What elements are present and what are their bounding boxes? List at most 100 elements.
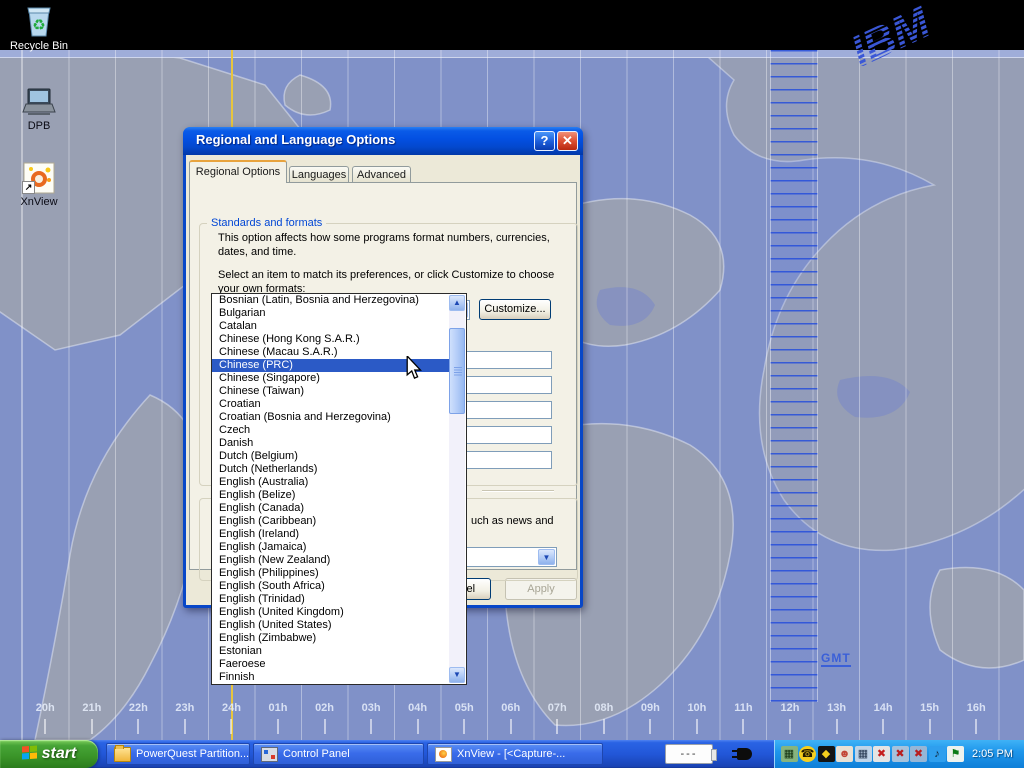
language-list-item[interactable]: English (Philippines) <box>212 567 450 580</box>
disconnected-drive-icon[interactable]: ✖ <box>873 746 890 762</box>
security-agent-icon[interactable]: ◆ <box>818 746 835 762</box>
desktop-icon-recycle-bin[interactable]: ♻ Recycle Bin <box>4 6 74 52</box>
close-button[interactable]: ✕ <box>557 131 578 151</box>
hour-tick <box>742 719 744 734</box>
help-button[interactable]: ? <box>534 131 555 151</box>
offline-users-icon[interactable]: ☻ <box>836 746 853 762</box>
scrollbar-thumb[interactable] <box>449 328 465 414</box>
language-list-item[interactable]: Dutch (Netherlands) <box>212 463 450 476</box>
hour-label: 09h <box>627 702 674 734</box>
dialog-title: Regional and Language Options <box>196 132 395 147</box>
hour-label: 05h <box>441 702 488 734</box>
hour-tick <box>324 719 326 734</box>
dialog-titlebar[interactable]: Regional and Language Options ? ✕ <box>183 127 583 155</box>
taskbar-task-button[interactable]: Control Panel <box>253 743 424 765</box>
hour-tick <box>277 719 279 734</box>
language-list-item[interactable]: Chinese (Hong Kong S.A.R.) <box>212 333 450 346</box>
hour-tick <box>836 719 838 734</box>
hour-label: 11h <box>720 702 767 734</box>
hour-tick <box>44 719 46 734</box>
hour-tick <box>463 719 465 734</box>
language-list-item[interactable]: English (Canada) <box>212 502 450 515</box>
language-list-item[interactable]: English (United Kingdom) <box>212 606 450 619</box>
language-list-item[interactable]: English (New Zealand) <box>212 554 450 567</box>
language-list-item[interactable]: English (Belize) <box>212 489 450 502</box>
desktop: GMT 20h 21h 22h 23h 24h 01h <box>0 0 1024 768</box>
group-divider <box>482 490 554 492</box>
phone-utility-icon[interactable]: ☎ <box>799 746 816 762</box>
language-list-item[interactable]: Bosnian (Latin, Bosnia and Herzegovina) <box>212 294 450 307</box>
desktop-icon-dpb[interactable]: DPB <box>4 86 74 132</box>
hour-label: 20h <box>22 702 69 734</box>
language-list-item[interactable]: English (United States) <box>212 619 450 632</box>
list-scrollbar[interactable]: ▲ ▼ <box>449 295 465 683</box>
language-list-item[interactable]: Bulgarian <box>212 307 450 320</box>
language-list-item[interactable]: Dutch (Belgium) <box>212 450 450 463</box>
hour-label: 15h <box>906 702 953 734</box>
customize-button[interactable]: Customize... <box>479 299 551 320</box>
taskbar-task-button[interactable]: XnView - [<Capture-... <box>427 743 603 765</box>
hour-tick <box>649 719 651 734</box>
desktop-icon-xnview[interactable]: ↗ XnView <box>4 162 74 208</box>
language-dropdown-list[interactable]: Bosnian (Latin, Bosnia and Herzegovina)B… <box>211 293 467 685</box>
muted-network-icon[interactable]: ✖ <box>910 746 927 762</box>
language-list-item[interactable]: Croatian (Bosnia and Herzegovina) <box>212 411 450 424</box>
removable-device-icon[interactable]: ▦ <box>781 746 798 762</box>
hour-label: 23h <box>162 702 209 734</box>
hour-label: 03h <box>348 702 395 734</box>
start-button[interactable]: start <box>0 740 98 768</box>
tab-advanced[interactable]: Advanced <box>352 166 411 183</box>
capture-flag-icon[interactable]: ⚑ <box>947 746 964 762</box>
language-list-item[interactable]: Finnish <box>212 671 450 684</box>
offline-monitor-icon[interactable]: ✖ <box>892 746 909 762</box>
taskbar-task-button[interactable]: PowerQuest Partition... <box>106 743 250 765</box>
scroll-up-icon[interactable]: ▲ <box>449 295 465 311</box>
language-list-item[interactable]: English (South Africa) <box>212 580 450 593</box>
hour-label: 04h <box>394 702 441 734</box>
language-list-item[interactable]: English (Trinidad) <box>212 593 450 606</box>
task-icon <box>261 747 278 762</box>
hour-tick <box>137 719 139 734</box>
language-list-item[interactable]: English (Ireland) <box>212 528 450 541</box>
chevron-down-icon[interactable]: ▼ <box>538 549 555 565</box>
hour-tick <box>975 719 977 734</box>
language-list-item[interactable]: English (Jamaica) <box>212 541 450 554</box>
hour-label: 07h <box>534 702 581 734</box>
language-list-item[interactable]: English (Zimbabwe) <box>212 632 450 645</box>
laptop-icon <box>22 86 56 118</box>
hour-label: 06h <box>487 702 534 734</box>
hour-tick <box>510 719 512 734</box>
svg-text:♻: ♻ <box>32 17 45 34</box>
shortcut-arrow-icon: ↗ <box>22 181 35 194</box>
svg-text:IBM: IBM <box>844 0 939 66</box>
language-list-item[interactable]: English (Australia) <box>212 476 450 489</box>
taskbar-clock[interactable]: 2:05 PM <box>972 748 1013 760</box>
volume-icon[interactable]: ♪ <box>929 746 946 762</box>
select-hint: Select an item to match its preferences,… <box>218 269 572 296</box>
icon-label: Recycle Bin <box>4 40 74 52</box>
language-list-item[interactable]: Catalan <box>212 320 450 333</box>
task-icon <box>114 747 131 762</box>
group-title: Standards and formats <box>207 217 326 229</box>
hour-tick <box>230 719 232 734</box>
hour-label: 24h <box>208 702 255 734</box>
system-tray: ▦☎◆☻▦✖✖✖♪⚑ 2:05 PM <box>774 740 1024 768</box>
hour-tick <box>696 719 698 734</box>
language-list-item[interactable]: Czech <box>212 424 450 437</box>
tab-languages[interactable]: Languages <box>289 166 349 183</box>
taskbar: start PowerQuest Partition... Control Pa… <box>0 740 1024 768</box>
language-list-item[interactable]: Danish <box>212 437 450 450</box>
mouse-cursor <box>406 356 424 387</box>
language-list-item[interactable]: English (Caribbean) <box>212 515 450 528</box>
scroll-down-icon[interactable]: ▼ <box>449 667 465 683</box>
language-list-item[interactable]: Croatian <box>212 398 450 411</box>
hour-tick <box>370 719 372 734</box>
battery-indicator[interactable]: --- <box>665 744 713 764</box>
language-list-item[interactable]: Faeroese <box>212 658 450 671</box>
language-list-item[interactable]: Estonian <box>212 645 450 658</box>
network-computer-icon[interactable]: ▦ <box>855 746 872 762</box>
gmt-label: GMT <box>821 651 851 667</box>
tab-regional-options[interactable]: Regional Options <box>189 160 287 183</box>
hour-label: 21h <box>69 702 116 734</box>
hour-scale: 20h 21h 22h 23h 24h 01h <box>22 702 999 734</box>
